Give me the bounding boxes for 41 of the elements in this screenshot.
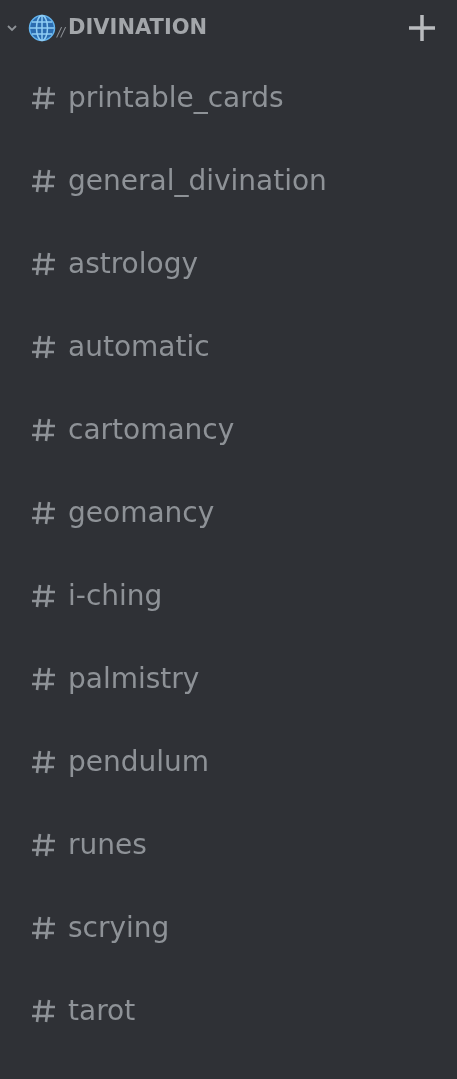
channel-name: scrying [68,909,170,946]
separator-text: // [57,24,66,41]
category-title[interactable]: DIVINATION [68,12,208,44]
channel-name: pendulum [68,743,210,780]
channel-name: printable_cards [68,79,284,116]
hash-icon [31,84,56,111]
channel-item[interactable]: runes [0,803,457,886]
channel-name: cartomancy [68,411,235,448]
hash-icon [31,333,56,360]
hash-icon [31,499,56,526]
hash-icon [31,914,56,941]
hash-icon [31,665,56,692]
channel-item[interactable]: scrying [0,886,457,969]
globe-icon [28,14,56,42]
chevron-icon[interactable] [6,22,18,34]
channel-name: runes [68,826,147,863]
channel-item[interactable]: printable_cards [0,56,457,139]
channel-item[interactable]: tarot [0,969,457,1052]
channel-name: geomancy [68,494,215,531]
hash-icon [31,997,56,1024]
channel-name: astrology [68,245,198,282]
add-icon[interactable] [407,13,437,43]
channel-item[interactable]: geomancy [0,471,457,554]
hash-icon [31,250,56,277]
channel-name: general_divination [68,162,327,199]
channel-item[interactable]: cartomancy [0,388,457,471]
channel-item[interactable]: palmistry [0,637,457,720]
hash-icon [31,748,56,775]
channel-name: tarot [68,992,136,1029]
hash-icon [31,416,56,443]
channel-item[interactable]: i-ching [0,554,457,637]
channel-name: palmistry [68,660,200,697]
channel-name: i-ching [68,577,163,614]
hash-icon [31,167,56,194]
hash-icon [31,831,56,858]
hash-icon [31,582,56,609]
channel-item[interactable]: astrology [0,222,457,305]
channel-item[interactable]: general_divination [0,139,457,222]
channel-item[interactable]: pendulum [0,720,457,803]
channel-name: automatic [68,328,210,365]
channel-item[interactable]: automatic [0,305,457,388]
